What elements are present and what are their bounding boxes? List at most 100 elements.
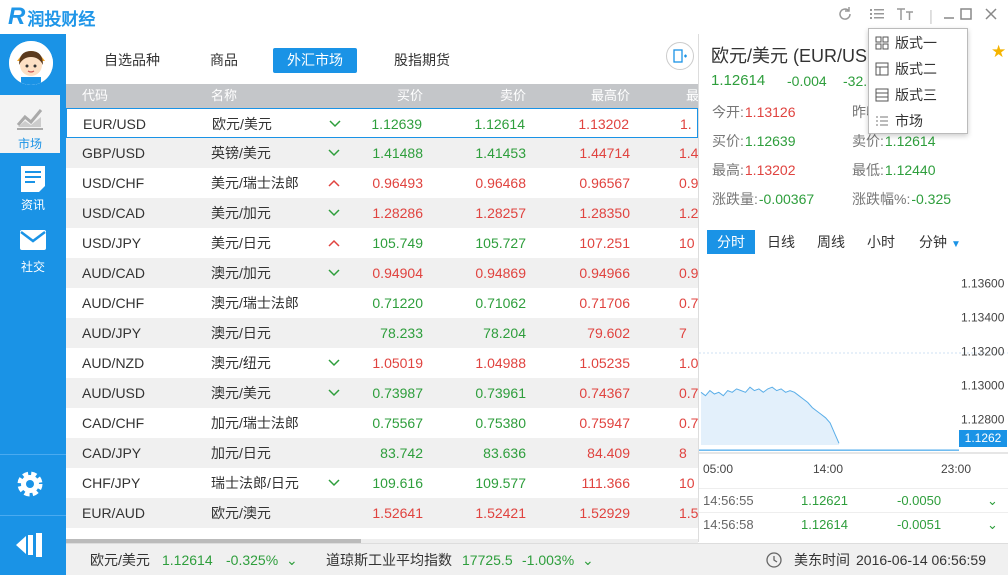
chart-tab-intraday[interactable]: 分时 xyxy=(707,230,755,254)
sidebar-item-news[interactable]: 资讯 xyxy=(0,156,66,214)
cell-name: 瑞士法郎/日元 xyxy=(211,475,299,491)
cell-buy: 109.616 xyxy=(372,475,423,491)
cell-code: USD/JPY xyxy=(82,235,142,251)
arrow-down-icon xyxy=(328,138,340,168)
favorite-star-icon[interactable]: ★ xyxy=(991,42,1006,62)
header-buy[interactable]: 买价 xyxy=(397,84,423,108)
change-amount-value: -0.00367 xyxy=(758,191,815,207)
trade-change: -0.0051 xyxy=(897,517,942,532)
cell-code: AUD/NZD xyxy=(82,355,145,371)
y-tick-label: 1.13400 xyxy=(961,311,1005,325)
table-row[interactable]: EUR/AUD 欧元/澳元 1.52641 1.52421 1.52929 1.5 xyxy=(66,498,698,528)
app-name-part1: 润投 xyxy=(27,9,62,29)
sidebar-item-social[interactable]: 社交 xyxy=(0,218,66,276)
layout-option-three[interactable]: 版式三 xyxy=(869,82,969,108)
high-kv: 最高:1.13202 xyxy=(711,160,796,180)
table-row[interactable]: CAD/JPY 加元/日元 83.742 83.636 84.409 8 xyxy=(66,438,698,468)
chart-tab-hourly[interactable]: 小时 xyxy=(867,230,895,254)
news-icon xyxy=(21,166,45,192)
ticker-1-price: 1.12614 xyxy=(162,552,213,568)
buy-value: 1.12639 xyxy=(744,133,796,149)
cell-code: AUD/CHF xyxy=(82,295,145,311)
chevron-down-icon: ⌄ xyxy=(987,493,998,508)
tab-commodities[interactable]: 商品 xyxy=(196,48,252,73)
table-row[interactable]: AUD/CAD 澳元/加元 0.94904 0.94869 0.94966 0.9 xyxy=(66,258,698,288)
chart-tab-daily[interactable]: 日线 xyxy=(767,230,795,254)
close-icon[interactable] xyxy=(980,6,1002,28)
cell-truncated: 10 xyxy=(679,235,695,251)
ticker-2-price: 17725.5 xyxy=(462,552,513,568)
table-row[interactable]: CAD/CHF 加元/瑞士法郎 0.75567 0.75380 0.75947 0.7 xyxy=(66,408,698,438)
refresh-icon[interactable] xyxy=(834,6,856,28)
cell-sell: 1.52421 xyxy=(475,505,526,521)
sidebar-item-label: 市场 xyxy=(17,137,42,151)
chart-tab-weekly[interactable]: 周线 xyxy=(817,230,845,254)
cell-buy: 105.749 xyxy=(372,235,423,251)
chevron-down-icon[interactable]: ⌄ xyxy=(286,544,298,576)
trade-time: 14:56:58 xyxy=(703,517,754,532)
cell-sell: 109.577 xyxy=(475,475,526,491)
table-row[interactable]: USD/JPY 美元/日元 105.749 105.727 107.251 10 xyxy=(66,228,698,258)
table-row[interactable]: EUR/USD 欧元/美元 1.12639 1.12614 1.13202 1. xyxy=(66,108,698,138)
header-high[interactable]: 最高价 xyxy=(591,84,630,108)
tab-index-futures[interactable]: 股指期货 xyxy=(380,48,464,73)
cell-buy: 1.05019 xyxy=(372,355,423,371)
cell-code: CHF/JPY xyxy=(82,475,141,491)
font-size-icon[interactable] xyxy=(894,6,916,28)
change-pct-value: -0.325 xyxy=(911,191,952,207)
chevron-down-icon: ⌄ xyxy=(987,517,998,532)
header-code[interactable]: 代码 xyxy=(82,84,108,108)
cell-name: 欧元/美元 xyxy=(212,116,272,132)
table-row[interactable]: USD/CAD 美元/加元 1.28286 1.28257 1.28350 1.2 xyxy=(66,198,698,228)
ticker-2-name[interactable]: 道琼斯工业平均指数 xyxy=(326,544,452,576)
tab-watchlist[interactable]: 自选品种 xyxy=(90,48,174,73)
cell-name: 美元/日元 xyxy=(211,235,271,251)
chart-tab-minute[interactable]: 分钟 ▼ xyxy=(919,230,961,254)
ticker-1-name[interactable]: 欧元/美元 xyxy=(90,544,150,576)
panel-toggle-button[interactable] xyxy=(666,42,694,70)
chart-tab-minute-label: 分钟 xyxy=(919,234,947,250)
time-value: 2016-06-14 06:56:59 xyxy=(856,552,986,568)
low-kv: 最低:1.12440 xyxy=(851,160,936,180)
sidebar-item-market[interactable]: 市场 xyxy=(0,95,60,153)
low-value: 1.12440 xyxy=(884,162,936,178)
table-row[interactable]: CHF/JPY 瑞士法郎/日元 109.616 109.577 111.366 10 xyxy=(66,468,698,498)
header-name[interactable]: 名称 xyxy=(211,84,237,108)
settings-button[interactable] xyxy=(0,454,66,512)
table-row[interactable]: GBP/USD 英镑/美元 1.41488 1.41453 1.44714 1.4 xyxy=(66,138,698,168)
sell-label: 卖价: xyxy=(852,133,884,149)
header-sell[interactable]: 卖价 xyxy=(500,84,526,108)
trade-price: 1.12621 xyxy=(801,493,848,508)
table-row[interactable]: USD/CHF 美元/瑞士法郎 0.96493 0.96468 0.96567 0.9 xyxy=(66,168,698,198)
cell-name: 澳元/瑞士法郎 xyxy=(211,295,299,311)
chevron-down-icon[interactable]: ⌄ xyxy=(582,544,594,576)
cell-high: 0.74367 xyxy=(579,385,630,401)
cell-buy: 1.28286 xyxy=(372,205,423,221)
table-row[interactable]: AUD/JPY 澳元/日元 78.233 78.204 79.602 7 xyxy=(66,318,698,348)
table-row[interactable]: AUD/CHF 澳元/瑞士法郎 0.71220 0.71062 0.71706 0.7 xyxy=(66,288,698,318)
table-row[interactable]: AUD/NZD 澳元/纽元 1.05019 1.04988 1.05235 1.0 xyxy=(66,348,698,378)
cell-buy: 83.742 xyxy=(380,445,423,461)
cell-truncated: 1.2 xyxy=(679,205,698,221)
layout-option-one[interactable]: 版式一 xyxy=(869,30,969,56)
avatar[interactable] xyxy=(9,41,53,85)
change-pct-label: 涨跌幅%: xyxy=(852,191,911,207)
layout-option-two[interactable]: 版式二 xyxy=(869,56,969,82)
cell-code: USD/CHF xyxy=(82,175,145,191)
open-label: 今开: xyxy=(712,104,744,120)
layout-option-market[interactable]: 市场 xyxy=(869,108,969,134)
layout-option-label: 版式一 xyxy=(895,35,937,51)
intraday-chart: 1.13600 1.13400 1.13200 1.13000 1.12800 05:00… xyxy=(699,277,1008,476)
cell-buy: 1.41488 xyxy=(372,145,423,161)
header-truncated[interactable]: 最 xyxy=(686,84,698,108)
sell-value: 1.12614 xyxy=(884,133,936,149)
exit-button[interactable] xyxy=(0,515,66,573)
cell-name: 欧元/澳元 xyxy=(211,505,271,521)
table-row[interactable]: AUD/USD 澳元/美元 0.73987 0.73961 0.74367 0.7 xyxy=(66,378,698,408)
maximize-icon[interactable] xyxy=(955,6,977,28)
layout-menu-icon[interactable] xyxy=(866,6,888,28)
detail-title: 欧元/美元 (EUR/USD) xyxy=(711,46,886,66)
settings-icon xyxy=(17,471,43,497)
tab-forex[interactable]: 外汇市场 xyxy=(273,48,357,73)
cell-sell: 1.04988 xyxy=(475,355,526,371)
